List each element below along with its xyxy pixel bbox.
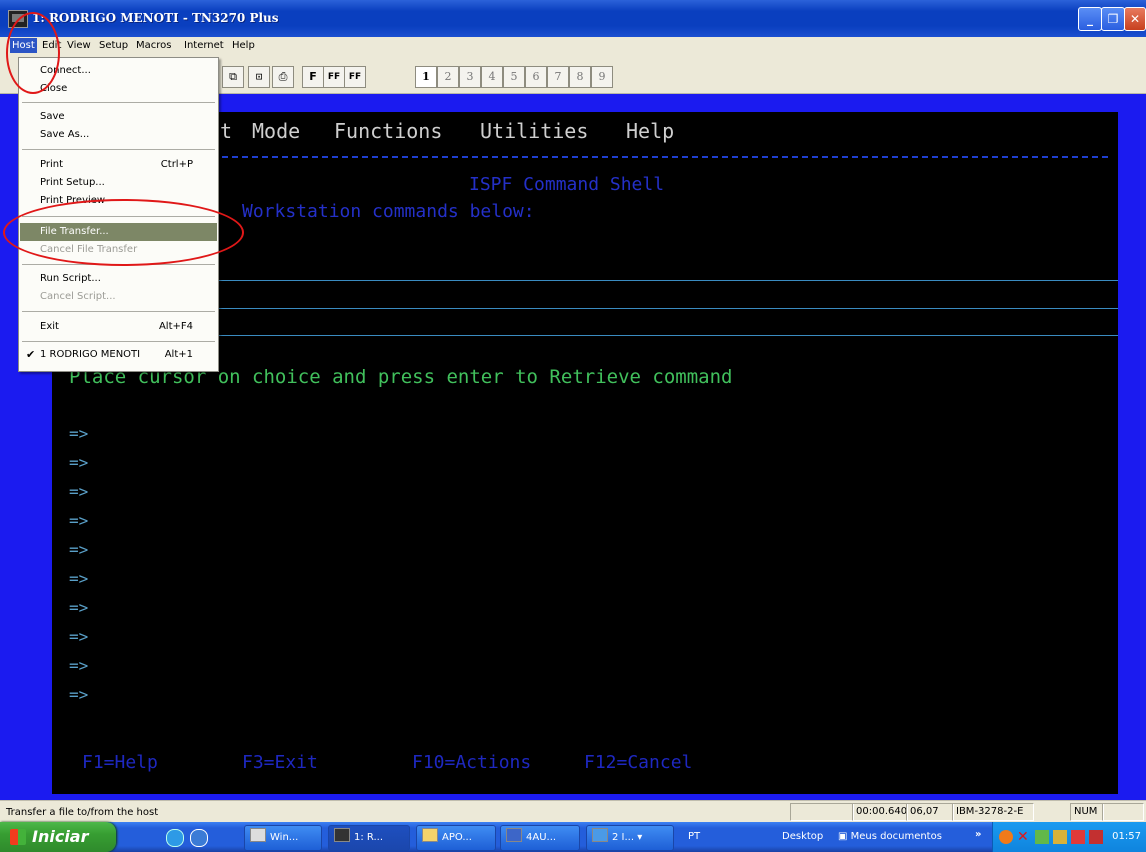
menu-item-session-1[interactable]: ✔ 1 RODRIGO MENOTI Alt+1 <box>20 346 217 364</box>
menu-separator <box>22 149 215 150</box>
ispf-menu-partial: t <box>220 119 233 143</box>
word-icon <box>506 828 522 842</box>
menu-item-save-as[interactable]: Save As... <box>20 126 217 144</box>
copy-icon[interactable]: ⧉ <box>222 66 244 88</box>
close-button[interactable]: ✕ <box>1124 7 1146 31</box>
fullscreen-icon[interactable]: ⊡ <box>248 66 270 88</box>
session-8-button[interactable]: 8 <box>569 66 591 88</box>
menu-item-run-script[interactable]: Run Script... <box>20 270 217 288</box>
desktop-toolbar-label[interactable]: Desktop <box>782 831 823 842</box>
maximize-button[interactable]: ❐ <box>1101 7 1125 31</box>
session-1-button[interactable]: 1 <box>415 66 437 88</box>
prompt-arrow[interactable]: => <box>69 482 88 501</box>
session-3-button[interactable]: 3 <box>459 66 481 88</box>
windows-logo-icon <box>10 829 26 845</box>
session-5-button[interactable]: 5 <box>503 66 525 88</box>
ispf-menu-mode[interactable]: Mode <box>252 119 300 143</box>
prompt-arrow[interactable]: => <box>69 511 88 530</box>
print-icon[interactable]: ⎙ <box>272 66 294 88</box>
chevron-icon[interactable]: » <box>975 829 981 840</box>
prompt-arrow[interactable]: => <box>69 569 88 588</box>
fkey-actions[interactable]: F10=Actions <box>412 752 531 773</box>
tray-x-icon[interactable]: ✕ <box>1017 830 1031 844</box>
menu-item-print[interactable]: Print Ctrl+P <box>20 156 217 174</box>
taskbar: Iniciar Win... 1: R... APO... 4AU... 2 I… <box>0 822 1146 852</box>
status-bar: Transfer a file to/from the host 00:00.6… <box>0 800 1146 823</box>
window-title: 1: RODRIGO MENOTI - TN3270 Plus <box>32 11 279 25</box>
status-empty-cell <box>790 803 854 821</box>
ie-icon <box>592 828 608 842</box>
users-icon <box>250 828 266 842</box>
menu-help[interactable]: Help <box>232 40 255 51</box>
highlight-circle-file-transfer <box>3 199 244 266</box>
ispf-menu-functions[interactable]: Functions <box>334 119 442 143</box>
ispf-menu-utilities[interactable]: Utilities <box>480 119 588 143</box>
menu-separator <box>22 341 215 342</box>
enter-commands-label: Workstation commands below: <box>242 201 535 222</box>
status-empty-cell <box>1102 803 1144 821</box>
session-9-button[interactable]: 9 <box>591 66 613 88</box>
system-tray: ✕ 01:57 <box>992 822 1146 852</box>
session-7-button[interactable]: 7 <box>547 66 569 88</box>
menu-item-print-setup[interactable]: Print Setup... <box>20 174 217 192</box>
task-ie[interactable]: 2 I... ▾ <box>586 825 674 851</box>
quicklaunch-ie-icon[interactable] <box>190 829 208 847</box>
menu-separator <box>22 102 215 103</box>
fkey-exit[interactable]: F3=Exit <box>242 752 318 773</box>
tray-network-icon[interactable] <box>1035 830 1049 844</box>
fkey-cancel[interactable]: F12=Cancel <box>584 752 692 773</box>
session-4-button[interactable]: 4 <box>481 66 503 88</box>
menu-separator <box>22 311 215 312</box>
quicklaunch-media-icon[interactable] <box>166 829 184 847</box>
screen-title: ISPF Command Shell <box>469 174 665 195</box>
checkmark-icon: ✔ <box>26 348 36 361</box>
minimize-button[interactable]: _ <box>1078 7 1102 31</box>
status-timer: 00:00.640 <box>852 803 908 821</box>
session-2-button[interactable]: 2 <box>437 66 459 88</box>
font-large-button[interactable]: FF <box>344 66 366 88</box>
start-button[interactable]: Iniciar <box>0 822 116 852</box>
my-documents-link[interactable]: ▣ Meus documentos <box>838 831 942 842</box>
tray-arrow-icon[interactable] <box>999 830 1013 844</box>
menu-item-exit[interactable]: Exit Alt+F4 <box>20 318 217 336</box>
task-tn3270[interactable]: 1: R... <box>328 825 410 851</box>
task-apo[interactable]: APO... <box>416 825 496 851</box>
language-indicator[interactable]: PT <box>688 831 700 842</box>
tray-alert-icon[interactable] <box>1089 830 1103 844</box>
clock: 01:57 <box>1112 831 1141 842</box>
fkey-help[interactable]: F1=Help <box>82 752 158 773</box>
tray-shield-icon[interactable] <box>1071 830 1085 844</box>
title-bar: 1: RODRIGO MENOTI - TN3270 Plus _ ❐ ✕ <box>0 0 1146 37</box>
menu-item-cancel-script: Cancel Script... <box>40 291 116 302</box>
prompt-arrow[interactable]: => <box>69 598 88 617</box>
prompt-arrow[interactable]: => <box>69 685 88 704</box>
prompt-arrow[interactable]: => <box>69 540 88 559</box>
status-message: Transfer a file to/from the host <box>6 807 159 818</box>
status-terminal-model: IBM-3278-2-E <box>952 803 1034 821</box>
prompt-arrow[interactable]: => <box>69 627 88 646</box>
font-small-button[interactable]: F <box>302 66 324 88</box>
session-6-button[interactable]: 6 <box>525 66 547 88</box>
task-4au[interactable]: 4AU... <box>500 825 580 851</box>
highlight-circle-host-menu <box>6 12 60 94</box>
prompt-arrow[interactable]: => <box>69 656 88 675</box>
menu-internet[interactable]: Internet <box>184 40 224 51</box>
menu-bar: Host Edit View Setup Macros Internet Hel… <box>0 37 1146 57</box>
prompt-arrow[interactable]: => <box>69 453 88 472</box>
menu-view[interactable]: View <box>67 40 91 51</box>
terminal-icon <box>334 828 350 842</box>
task-win[interactable]: Win... <box>244 825 322 851</box>
prompt-arrow[interactable]: => <box>69 424 88 443</box>
ispf-menu-help[interactable]: Help <box>626 119 674 143</box>
font-medium-button[interactable]: FF <box>323 66 345 88</box>
status-cursor-position: 06,07 <box>906 803 954 821</box>
tray-av-icon[interactable] <box>1053 830 1067 844</box>
menu-setup[interactable]: Setup <box>99 40 128 51</box>
menu-macros[interactable]: Macros <box>136 40 171 51</box>
folder-icon <box>422 828 438 842</box>
status-num-lock: NUM <box>1070 803 1104 821</box>
menu-item-save[interactable]: Save <box>20 108 217 126</box>
